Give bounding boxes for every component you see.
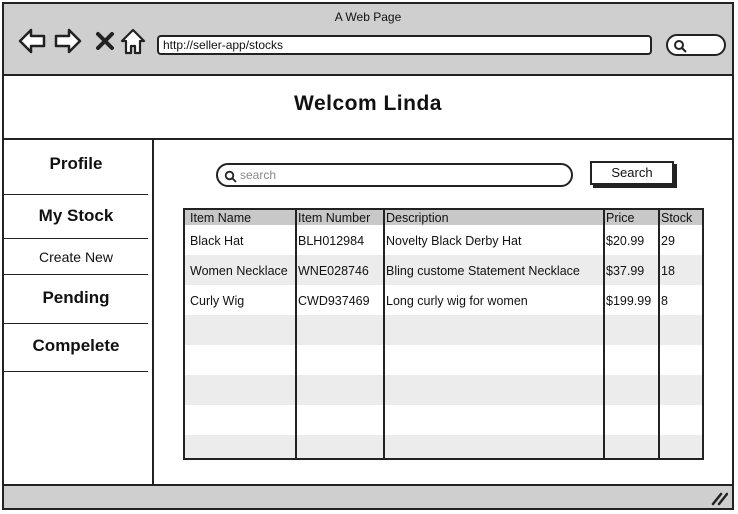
page-header: Welcom Linda xyxy=(4,76,732,140)
column-header-item-number[interactable]: Item Number xyxy=(298,211,370,225)
table-row xyxy=(185,375,702,405)
cell-stock: 8 xyxy=(661,294,668,308)
column-divider xyxy=(658,210,660,458)
stock-table: Item Name Item Number Description Price … xyxy=(183,208,704,460)
cell-description: Novelty Black Derby Hat xyxy=(386,234,522,248)
cell-item-name: Women Necklace xyxy=(190,264,288,278)
back-icon[interactable] xyxy=(18,28,46,54)
sidebar-item-label: Compelete xyxy=(32,336,120,355)
cell-item-number: CWD937469 xyxy=(298,294,370,308)
column-divider xyxy=(383,210,385,458)
cell-price: $37.99 xyxy=(606,264,645,278)
sidebar-item-create-new[interactable]: Create New xyxy=(4,240,148,275)
search-icon xyxy=(674,40,687,53)
cell-stock: 29 xyxy=(661,234,675,248)
page-title: Welcom Linda xyxy=(294,92,442,115)
column-divider xyxy=(295,210,297,458)
cell-stock: 18 xyxy=(661,264,675,278)
column-header-stock[interactable]: Stock xyxy=(661,211,692,225)
close-icon[interactable] xyxy=(94,28,116,54)
table-row xyxy=(185,405,702,435)
search-icon xyxy=(224,170,237,183)
browser-titlebar: A Web Page http://seller-app/stocks xyxy=(4,4,732,76)
sidebar-item-label: Pending xyxy=(42,288,110,307)
sidebar-item-compelete[interactable]: Compelete xyxy=(4,325,148,372)
column-header-price[interactable]: Price xyxy=(606,211,634,225)
cell-price: $20.99 xyxy=(606,234,645,248)
browser-window: A Web Page http://seller-app/stocks Welc… xyxy=(2,2,734,510)
cell-item-number: WNE028746 xyxy=(298,264,369,278)
url-bar[interactable]: http://seller-app/stocks xyxy=(157,35,652,55)
column-header-item-name[interactable]: Item Name xyxy=(190,211,251,225)
search-placeholder: search xyxy=(240,168,277,182)
cell-description: Bling custome Statement Necklace xyxy=(386,264,580,278)
sidebar-item-pending[interactable]: Pending xyxy=(4,276,148,324)
table-row xyxy=(185,345,702,375)
search-input[interactable]: search xyxy=(216,163,573,187)
cell-description: Long curly wig for women xyxy=(386,294,528,308)
window-title: A Web Page xyxy=(334,10,402,24)
column-header-description[interactable]: Description xyxy=(386,211,449,225)
forward-icon[interactable] xyxy=(54,28,82,54)
resize-grip-icon[interactable] xyxy=(710,490,728,506)
table-row xyxy=(185,435,702,458)
cell-item-name: Black Hat xyxy=(190,234,244,248)
cell-price: $199.99 xyxy=(606,294,652,308)
sidebar-item-label: Profile xyxy=(49,154,103,173)
cell-item-name: Curly Wig xyxy=(190,294,245,308)
sidebar-item-my-stock[interactable]: My Stock xyxy=(4,196,148,239)
cell-item-number: BLH012984 xyxy=(298,234,365,248)
home-icon[interactable] xyxy=(120,28,146,56)
table-row xyxy=(185,315,702,345)
sidebar: Profile My Stock Create New Pending Comp… xyxy=(4,140,154,484)
sidebar-item-label: Create New xyxy=(39,249,113,265)
sidebar-item-label: My Stock xyxy=(38,206,114,225)
browser-search-box[interactable] xyxy=(666,34,726,56)
column-divider xyxy=(603,210,605,458)
search-button[interactable]: Search xyxy=(590,161,674,185)
status-bar xyxy=(4,484,732,508)
sidebar-item-profile[interactable]: Profile xyxy=(4,148,148,195)
